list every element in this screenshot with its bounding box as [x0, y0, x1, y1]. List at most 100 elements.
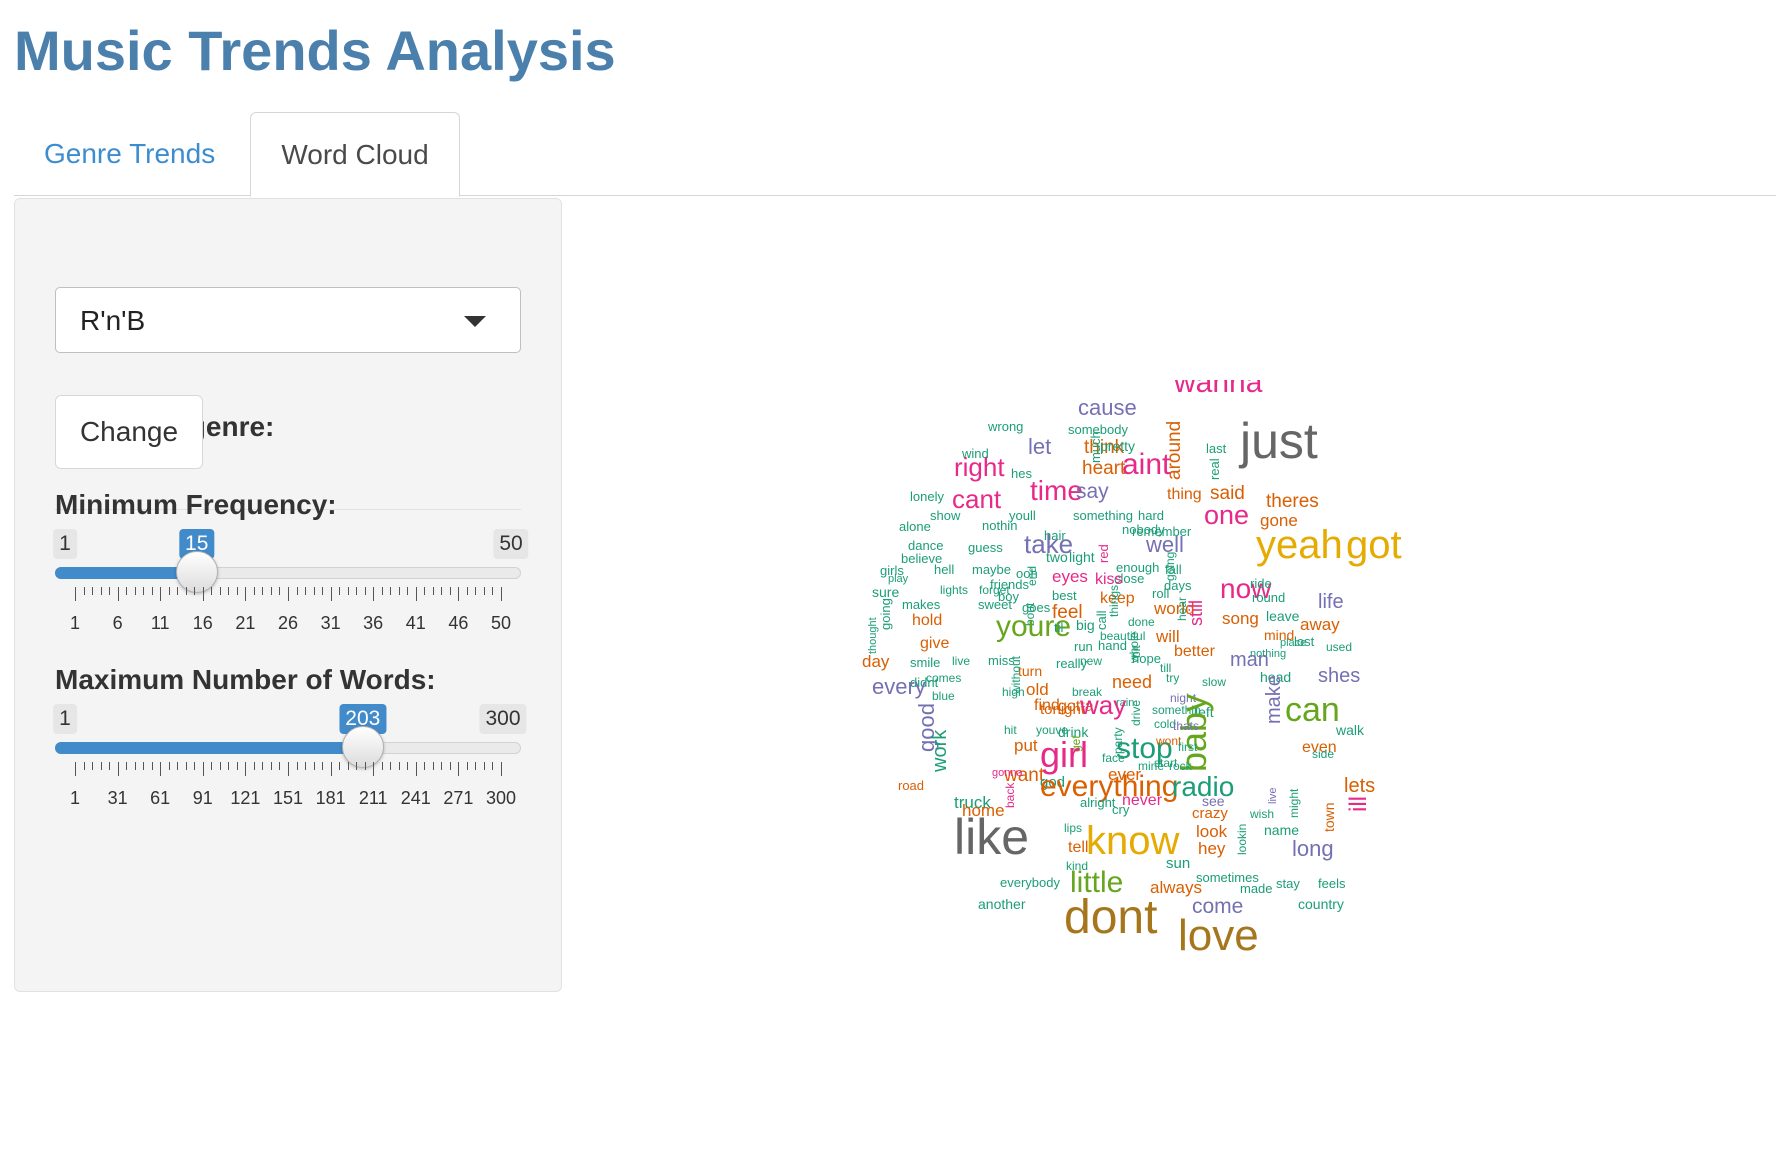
cloud-word: man [1230, 649, 1269, 671]
slider-minor-tick [253, 762, 255, 770]
slider-minor-tick [211, 587, 213, 595]
cloud-word: cause [1078, 395, 1137, 420]
cloud-word: yeah [1256, 523, 1343, 567]
slider-major-tick [117, 587, 119, 601]
change-button[interactable]: Change [55, 395, 203, 469]
cloud-word: alright [1080, 795, 1116, 810]
cloud-word: place [1280, 637, 1306, 649]
cloud-word: side [1312, 747, 1334, 761]
cloud-word: really [1056, 656, 1088, 671]
slider-minor-tick [390, 587, 392, 595]
cloud-word: hell [934, 562, 954, 577]
slider-minor-tick [305, 587, 307, 595]
slider-tick-label: 36 [363, 613, 384, 633]
cloud-word: live [952, 654, 970, 668]
cloud-word: lets [1344, 775, 1375, 797]
slider-ticks [55, 587, 521, 609]
cloud-word: fall [1165, 562, 1182, 577]
slider-minor-tick [185, 762, 187, 770]
slider-minor-tick [279, 587, 281, 595]
slider-minor-tick [109, 587, 111, 595]
slider-minor-tick [407, 587, 409, 595]
tab-word-cloud[interactable]: Word Cloud [250, 112, 460, 197]
slider-ticks [55, 762, 521, 784]
slider-minor-tick [347, 587, 349, 595]
slider-minor-tick [424, 587, 426, 595]
slider-minor-tick [92, 587, 94, 595]
slider-major-tick [160, 762, 162, 776]
cloud-word: time [1030, 475, 1083, 506]
cloud-word: eyes [1052, 567, 1088, 586]
slider-minor-tick [211, 762, 213, 770]
slider-minor-tick [236, 762, 238, 770]
slider-major-tick [202, 762, 204, 776]
slider-minor-tick [92, 762, 94, 770]
cloud-word: live [1267, 787, 1279, 804]
cloud-word: walk [1335, 722, 1365, 738]
genre-select[interactable]: R'n'B [55, 287, 521, 353]
cloud-word: call [1094, 610, 1109, 630]
cloud-word: one [1204, 500, 1249, 530]
slider-major-tick [415, 762, 417, 776]
cloud-word: guess [968, 540, 1003, 555]
cloud-word: leave [1266, 608, 1300, 624]
slider-minor-tick [347, 762, 349, 770]
cloud-word: say [1076, 480, 1109, 503]
cloud-word: party [1111, 727, 1125, 754]
slider-tick-label: 91 [192, 788, 213, 808]
slider-minor-tick [262, 587, 264, 595]
cloud-word: thing [1167, 486, 1202, 503]
slider-major-tick [501, 762, 502, 776]
slider-major-tick [75, 587, 76, 601]
slider-minor-tick [313, 762, 315, 770]
sidebar-panel: Choose a genre: R'n'B Change Minimum Fre… [14, 198, 562, 992]
slider-max-label: 300 [479, 704, 527, 734]
cloud-word: just [1238, 413, 1318, 469]
slider-minor-tick [83, 762, 85, 770]
slider-minor-tick [253, 587, 255, 595]
slider-min-label: 1 [53, 704, 77, 734]
min-frequency-slider[interactable]: 1 50 15 1 6 11 16 21 26 31 36 41 46 50 [53, 529, 529, 649]
slider-minor-tick [228, 762, 230, 770]
slider-tick-label: 31 [320, 613, 341, 633]
cloud-word: hey [1198, 839, 1226, 858]
slider-major-tick [458, 762, 460, 776]
slider-minor-tick [483, 762, 485, 770]
word-cloud-canvas: wannacausewrong somebody justwind let thinkm… [862, 380, 1402, 960]
slider-minor-tick [483, 587, 485, 595]
cloud-word: country [1298, 896, 1344, 912]
cloud-word: made [1240, 881, 1273, 896]
slider-tick-label: 121 [230, 788, 261, 808]
cloud-word: lookin [1235, 824, 1249, 855]
slider-tick-label: 1 [69, 788, 81, 808]
slider-minor-tick [143, 762, 145, 770]
cloud-word: round [1252, 590, 1285, 605]
slider-tick-label: 21 [235, 613, 256, 633]
max-words-slider[interactable]: 1 300 203 1 31 61 91 121 151 181 211 241 271 300 [53, 704, 527, 824]
slider-minor-tick [339, 762, 341, 770]
cloud-word: slow [1202, 675, 1226, 689]
cloud-word: blue [932, 689, 955, 703]
slider-fill [55, 742, 363, 754]
slider-minor-tick [83, 587, 85, 595]
cloud-word: still [1186, 600, 1206, 626]
cloud-word: can [1285, 691, 1340, 729]
cloud-word: lonely [910, 489, 944, 504]
slider-major-tick [288, 587, 289, 601]
slider-minor-tick [262, 762, 264, 770]
cloud-word: something [1073, 508, 1133, 523]
slider-minor-tick [475, 587, 477, 595]
slider-minor-tick [407, 762, 409, 770]
cloud-word: song [1222, 609, 1259, 628]
slider-minor-tick [305, 762, 307, 770]
cloud-word: right [954, 452, 1005, 482]
cloud-word: ride [1250, 576, 1272, 591]
cloud-word: hand [1098, 638, 1127, 653]
slider-tick-label: 151 [272, 788, 304, 808]
cloud-word: high [1002, 685, 1025, 699]
slider-minor-tick [381, 762, 383, 770]
cloud-word: lips [1064, 821, 1082, 835]
cloud-word: put [1014, 736, 1038, 755]
slider-minor-tick [126, 762, 128, 770]
tab-genre-trends[interactable]: Genre Trends [14, 112, 245, 196]
